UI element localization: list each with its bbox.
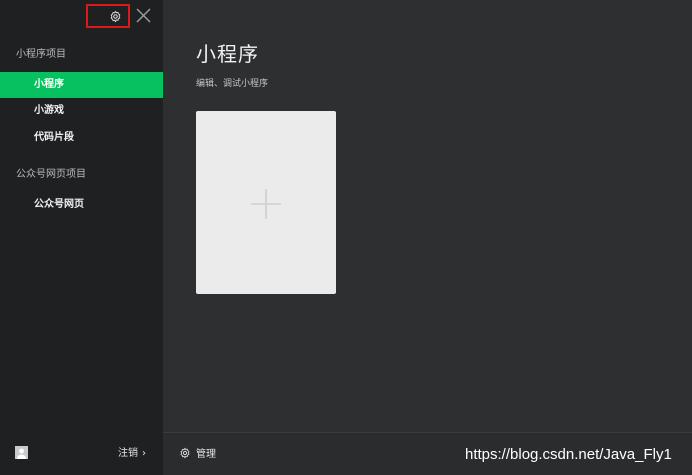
avatar-icon: [15, 446, 28, 459]
section-label-official-account: 公众号网页项目: [16, 169, 86, 180]
sidebar-item-minigame[interactable]: 小游戏: [0, 98, 163, 124]
manage-button[interactable]: 管理: [179, 445, 216, 460]
sidebar-item-official-account-web[interactable]: 公众号网页: [0, 192, 163, 218]
close-icon: [136, 8, 151, 23]
plus-icon: [251, 189, 281, 219]
main-panel: 小程序 编辑、调试小程序 管理 https://blog.csdn.net/Ja…: [163, 0, 692, 475]
manage-label: 管理: [196, 449, 216, 460]
create-project-card[interactable]: [196, 111, 336, 294]
avatar[interactable]: [15, 446, 28, 459]
page-subtitle: 编辑、调试小程序: [196, 79, 269, 89]
sidebar: 小程序项目 小程序 小游戏 代码片段 公众号网页项目 公众号网页 注销 ›: [0, 0, 163, 475]
logout-label: 注销: [118, 448, 138, 459]
gear-icon: [110, 10, 120, 22]
page-title: 小程序: [196, 42, 259, 66]
app-window: 小程序项目 小程序 小游戏 代码片段 公众号网页项目 公众号网页 注销 › 小程序…: [0, 0, 692, 475]
sidebar-item-miniprogram[interactable]: 小程序: [0, 72, 163, 98]
logout-button[interactable]: 注销 ›: [118, 444, 146, 459]
gear-icon: [180, 447, 190, 458]
close-button[interactable]: [135, 7, 152, 24]
main-footer: 管理 https://blog.csdn.net/Java_Fly1: [163, 432, 692, 475]
sidebar-item-code-snippets[interactable]: 代码片段: [0, 125, 163, 151]
section-label-miniprogram: 小程序项目: [16, 49, 66, 60]
chevron-right-icon: ›: [142, 448, 146, 459]
settings-button[interactable]: [86, 4, 130, 28]
watermark: https://blog.csdn.net/Java_Fly1: [465, 446, 672, 463]
